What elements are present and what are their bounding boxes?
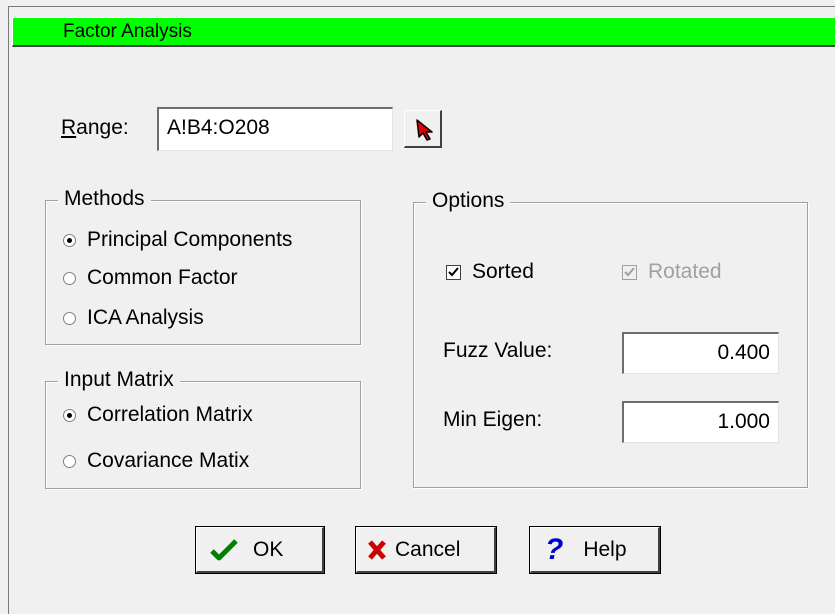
radio-indicator[interactable] [63,271,76,285]
ok-label: OK [253,537,284,561]
options-group-title: Options [426,189,511,213]
radio-common-factor[interactable]: Common Factor [63,266,238,290]
checkmark-icon [448,266,459,276]
question-mark-icon: ? [545,532,564,566]
checkbox-box[interactable] [446,264,461,280]
sorted-checkbox[interactable]: Sorted [446,260,534,284]
min-eigen-label: Min Eigen: [443,408,543,431]
arrow-cursor-icon [416,119,433,141]
sorted-label: Sorted [472,260,534,283]
help-button[interactable]: ? Help [530,527,660,573]
range-input[interactable]: A!B4:O208 [157,107,393,151]
cancel-label: Cancel [395,537,461,561]
radio-indicator[interactable] [63,454,76,468]
radio-label: ICA Analysis [87,306,204,329]
radio-label: Principal Components [87,228,293,251]
fuzz-value-label: Fuzz Value: [443,339,553,362]
min-eigen-input[interactable]: 1.000 [622,401,779,443]
range-label: Range: [61,116,129,139]
checkbox-box[interactable] [622,264,637,280]
radio-indicator[interactable] [63,311,76,325]
rotated-checkbox[interactable]: Rotated [622,260,722,284]
radio-principal-components[interactable]: Principal Components [63,228,292,252]
ok-button[interactable]: OK [196,527,324,573]
radio-label: Common Factor [87,266,238,289]
fuzz-value-input[interactable]: 0.400 [622,332,779,374]
title-bar: Factor Analysis [12,17,835,47]
methods-group-title: Methods [58,187,151,211]
rotated-label: Rotated [648,260,722,283]
radio-ica-analysis[interactable]: ICA Analysis [63,306,204,330]
radio-indicator[interactable] [63,408,76,422]
cancel-button[interactable]: Cancel [356,527,496,573]
checkmark-icon [210,538,238,560]
radio-label: Correlation Matrix [87,403,253,426]
radio-label: Covariance Matix [87,449,250,472]
radio-covariance-matrix[interactable]: Covariance Matix [63,449,249,473]
window-title: Factor Analysis [63,21,192,42]
checkmark-icon [624,266,635,276]
range-picker-button[interactable] [404,110,442,148]
input-matrix-group-title: Input Matrix [58,368,180,392]
radio-correlation-matrix[interactable]: Correlation Matrix [63,403,253,427]
radio-indicator[interactable] [63,233,76,247]
x-icon [368,539,386,560]
help-label: Help [583,537,627,561]
